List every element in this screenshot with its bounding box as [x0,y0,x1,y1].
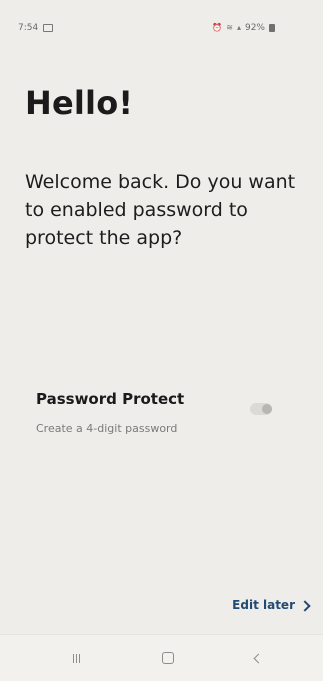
wifi-icon: ≋ [226,23,233,32]
status-bar: 7:54 ⏰ ≋ ▴ 92% [0,0,323,34]
edit-later-button[interactable]: Edit later [232,598,311,612]
edit-later-label: Edit later [232,598,295,612]
password-protect-setting[interactable]: Password Protect Create a 4-digit passwo… [36,390,286,445]
battery-icon [269,24,275,32]
password-protect-toggle[interactable] [250,403,272,415]
home-button[interactable] [148,647,188,669]
alarm-icon: ⏰ [212,23,223,32]
password-protect-subtitle: Create a 4-digit password [36,422,178,435]
recent-apps-button[interactable] [56,647,96,669]
back-icon [253,653,263,663]
back-button[interactable] [238,647,278,669]
password-protect-title: Password Protect [36,390,185,408]
status-time: 7:54 [18,23,39,33]
recent-apps-icon [72,653,80,663]
battery-percent: 92% [244,23,265,33]
status-left: 7:54 [18,23,54,33]
toggle-knob [262,404,272,414]
system-navigation-bar [0,634,323,681]
home-icon [162,652,174,664]
status-right: ⏰ ≋ ▴ 92% [212,23,275,33]
gallery-icon [43,24,54,32]
welcome-message: Welcome back. Do you want to enabled pas… [25,171,296,249]
signal-icon: ▴ [236,23,241,32]
password-setup-screen: 7:54 ⏰ ≋ ▴ 92% Hello! Welcome back. Do y… [0,0,323,681]
page-title: Hello! [25,84,134,122]
chevron-right-icon [299,599,311,612]
